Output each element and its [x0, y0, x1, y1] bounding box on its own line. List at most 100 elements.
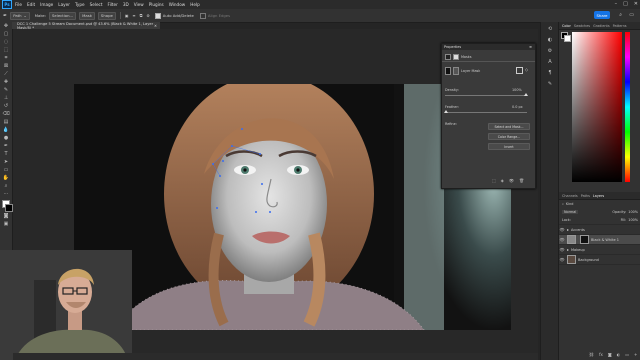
settings-gear-icon[interactable]: ⚙ — [146, 13, 149, 18]
brush-tool-icon[interactable]: ✎ — [2, 87, 10, 94]
new-group-icon[interactable]: ▭ — [625, 352, 629, 357]
rectangle-tool-icon[interactable]: ▭ — [2, 167, 10, 174]
visibility-eye-icon[interactable]: 👁 — [559, 237, 565, 242]
layer-row-accents[interactable]: 👁 ▸ Accents — [559, 225, 640, 235]
blur-tool-icon[interactable]: 💧 — [2, 127, 10, 134]
layer-style-icon[interactable]: fx — [599, 352, 603, 357]
eraser-tool-icon[interactable]: ⌫ — [2, 111, 10, 118]
menu-plugins[interactable]: Plugins — [149, 2, 164, 7]
menu-help[interactable]: Help — [190, 2, 200, 7]
visibility-eye-icon[interactable]: 👁 — [559, 227, 565, 232]
lasso-tool-icon[interactable]: ◌ — [2, 39, 10, 46]
path-selection-tool-icon[interactable]: ➤ — [2, 159, 10, 166]
foreground-background-colors[interactable] — [1, 200, 13, 212]
tab-patterns[interactable]: Patterns — [613, 24, 627, 28]
blend-mode-select[interactable]: Normal — [562, 210, 579, 214]
path-alignment-icon[interactable]: ≡ — [132, 13, 135, 18]
history-brush-tool-icon[interactable]: ↺ — [2, 103, 10, 110]
hue-slider[interactable] — [625, 32, 630, 182]
feather-value[interactable]: 0.0 px — [512, 105, 523, 109]
auto-add-delete-checkbox[interactable] — [154, 12, 161, 19]
properties-panel-icon[interactable]: ⚙ — [546, 48, 554, 55]
make-shape-button[interactable]: Shape — [97, 11, 116, 20]
quick-mask-icon[interactable]: ◙ — [2, 213, 10, 220]
search-icon[interactable]: ⌕ — [619, 12, 622, 18]
feather-slider-track[interactable] — [445, 112, 527, 113]
density-slider-handle[interactable] — [524, 93, 528, 96]
density-slider-track[interactable] — [445, 95, 527, 96]
type-tool-icon[interactable]: T — [2, 151, 10, 158]
share-button[interactable]: Share — [594, 11, 610, 19]
maximize-icon[interactable]: □ — [623, 1, 628, 7]
kind-filter-select[interactable]: Kind — [566, 202, 573, 206]
menu-view[interactable]: View — [134, 2, 144, 7]
invert-button[interactable]: Invert — [488, 143, 530, 150]
properties-titlebar[interactable]: Properties ≡ — [442, 44, 535, 50]
visibility-eye-icon[interactable]: 👁 — [559, 257, 565, 262]
layer-mask-thumbnail[interactable] — [580, 235, 589, 244]
background-color-swatch[interactable] — [564, 35, 571, 42]
close-icon[interactable]: ✕ — [634, 1, 638, 7]
healing-brush-tool-icon[interactable]: ✚ — [2, 79, 10, 86]
menu-3d[interactable]: 3D — [123, 2, 129, 7]
tab-gradients[interactable]: Gradients — [593, 24, 610, 28]
path-mode-select[interactable]: Path ⌄ — [10, 11, 30, 20]
link-layers-icon[interactable]: ⛓ — [589, 352, 594, 357]
menu-filter[interactable]: Filter — [107, 2, 117, 7]
density-value[interactable]: 100% — [512, 88, 522, 92]
object-selection-tool-icon[interactable]: ⬚ — [2, 47, 10, 54]
menu-file[interactable]: File — [15, 2, 22, 7]
pixel-mask-icon[interactable] — [445, 54, 451, 60]
hand-tool-icon[interactable]: ✋ — [2, 175, 10, 182]
gradient-tool-icon[interactable]: ▤ — [2, 119, 10, 126]
fg-bg-color-swatches[interactable] — [561, 32, 571, 42]
delete-mask-icon[interactable]: 🗑 — [519, 178, 524, 183]
menu-window[interactable]: Window — [169, 2, 186, 7]
path-operations-icon[interactable]: ▣ — [125, 13, 129, 18]
layer-mask-thumb-icon[interactable] — [445, 67, 451, 75]
tab-layers[interactable]: Layers — [593, 194, 604, 198]
layer-row-makeup[interactable]: 👁 ▸ Makeup — [559, 245, 640, 255]
panel-menu-icon[interactable]: ≡ — [529, 45, 532, 49]
fill-value[interactable]: 100% — [628, 218, 638, 222]
menu-select[interactable]: Select — [90, 2, 103, 7]
make-selection-button[interactable]: Selection... — [49, 11, 77, 20]
color-field[interactable] — [572, 32, 622, 182]
menu-type[interactable]: Type — [75, 2, 85, 7]
color-range-button[interactable]: Color Range... — [488, 133, 530, 140]
menu-layer[interactable]: Layer — [58, 2, 70, 7]
visibility-eye-icon[interactable]: 👁 — [559, 247, 565, 252]
opacity-value[interactable]: 100% — [628, 210, 638, 214]
zoom-tool-icon[interactable]: ⌕ — [2, 183, 10, 190]
workspace-icon[interactable]: ▭ — [629, 12, 634, 18]
eyedropper-tool-icon[interactable]: ⟋ — [2, 71, 10, 78]
tab-paths[interactable]: Paths — [581, 194, 590, 198]
frame-tool-icon[interactable]: ⊠ — [2, 63, 10, 70]
apply-vector-mask-icon[interactable]: ◇ — [525, 67, 528, 72]
tab-swatches[interactable]: Swatches — [574, 24, 590, 28]
character-panel-icon[interactable]: A — [546, 59, 554, 66]
layer-row-background[interactable]: 👁 Background — [559, 255, 640, 265]
pen-tool-icon-2[interactable]: ✒ — [2, 143, 10, 150]
apply-mask-icon[interactable]: ◈ — [501, 178, 504, 183]
artboard-tool-icon[interactable]: ▢ — [2, 31, 10, 38]
adjustments-panel-icon[interactable]: ◐ — [546, 37, 554, 44]
screen-mode-icon[interactable]: ▣ — [2, 221, 10, 228]
document-tab[interactable]: DCC 1 Challenge 5 Stream Document.psd @ … — [12, 22, 160, 30]
dodge-tool-icon[interactable]: ● — [2, 135, 10, 142]
select-pixel-mask-icon[interactable] — [516, 67, 523, 74]
minimize-icon[interactable]: – — [615, 1, 618, 7]
brushes-panel-icon[interactable]: ✎ — [546, 81, 554, 88]
add-mask-icon[interactable]: ◙ — [608, 352, 612, 357]
clone-stamp-tool-icon[interactable]: ⊥ — [2, 95, 10, 102]
crop-tool-icon[interactable]: ⌗ — [2, 55, 10, 62]
select-and-mask-button[interactable]: Select and Mask... — [488, 123, 530, 130]
vector-mask-icon[interactable] — [453, 54, 459, 60]
menu-edit[interactable]: Edit — [27, 2, 35, 7]
align-edges-checkbox[interactable] — [199, 12, 206, 19]
disable-mask-icon[interactable]: 👁 — [509, 178, 514, 183]
layer-row-black-white[interactable]: 👁 Black & White 1 — [559, 235, 640, 245]
feather-slider-handle[interactable] — [444, 110, 448, 113]
more-tools-icon[interactable]: ⋯ — [2, 191, 10, 198]
background-color-swatch[interactable] — [5, 204, 13, 212]
